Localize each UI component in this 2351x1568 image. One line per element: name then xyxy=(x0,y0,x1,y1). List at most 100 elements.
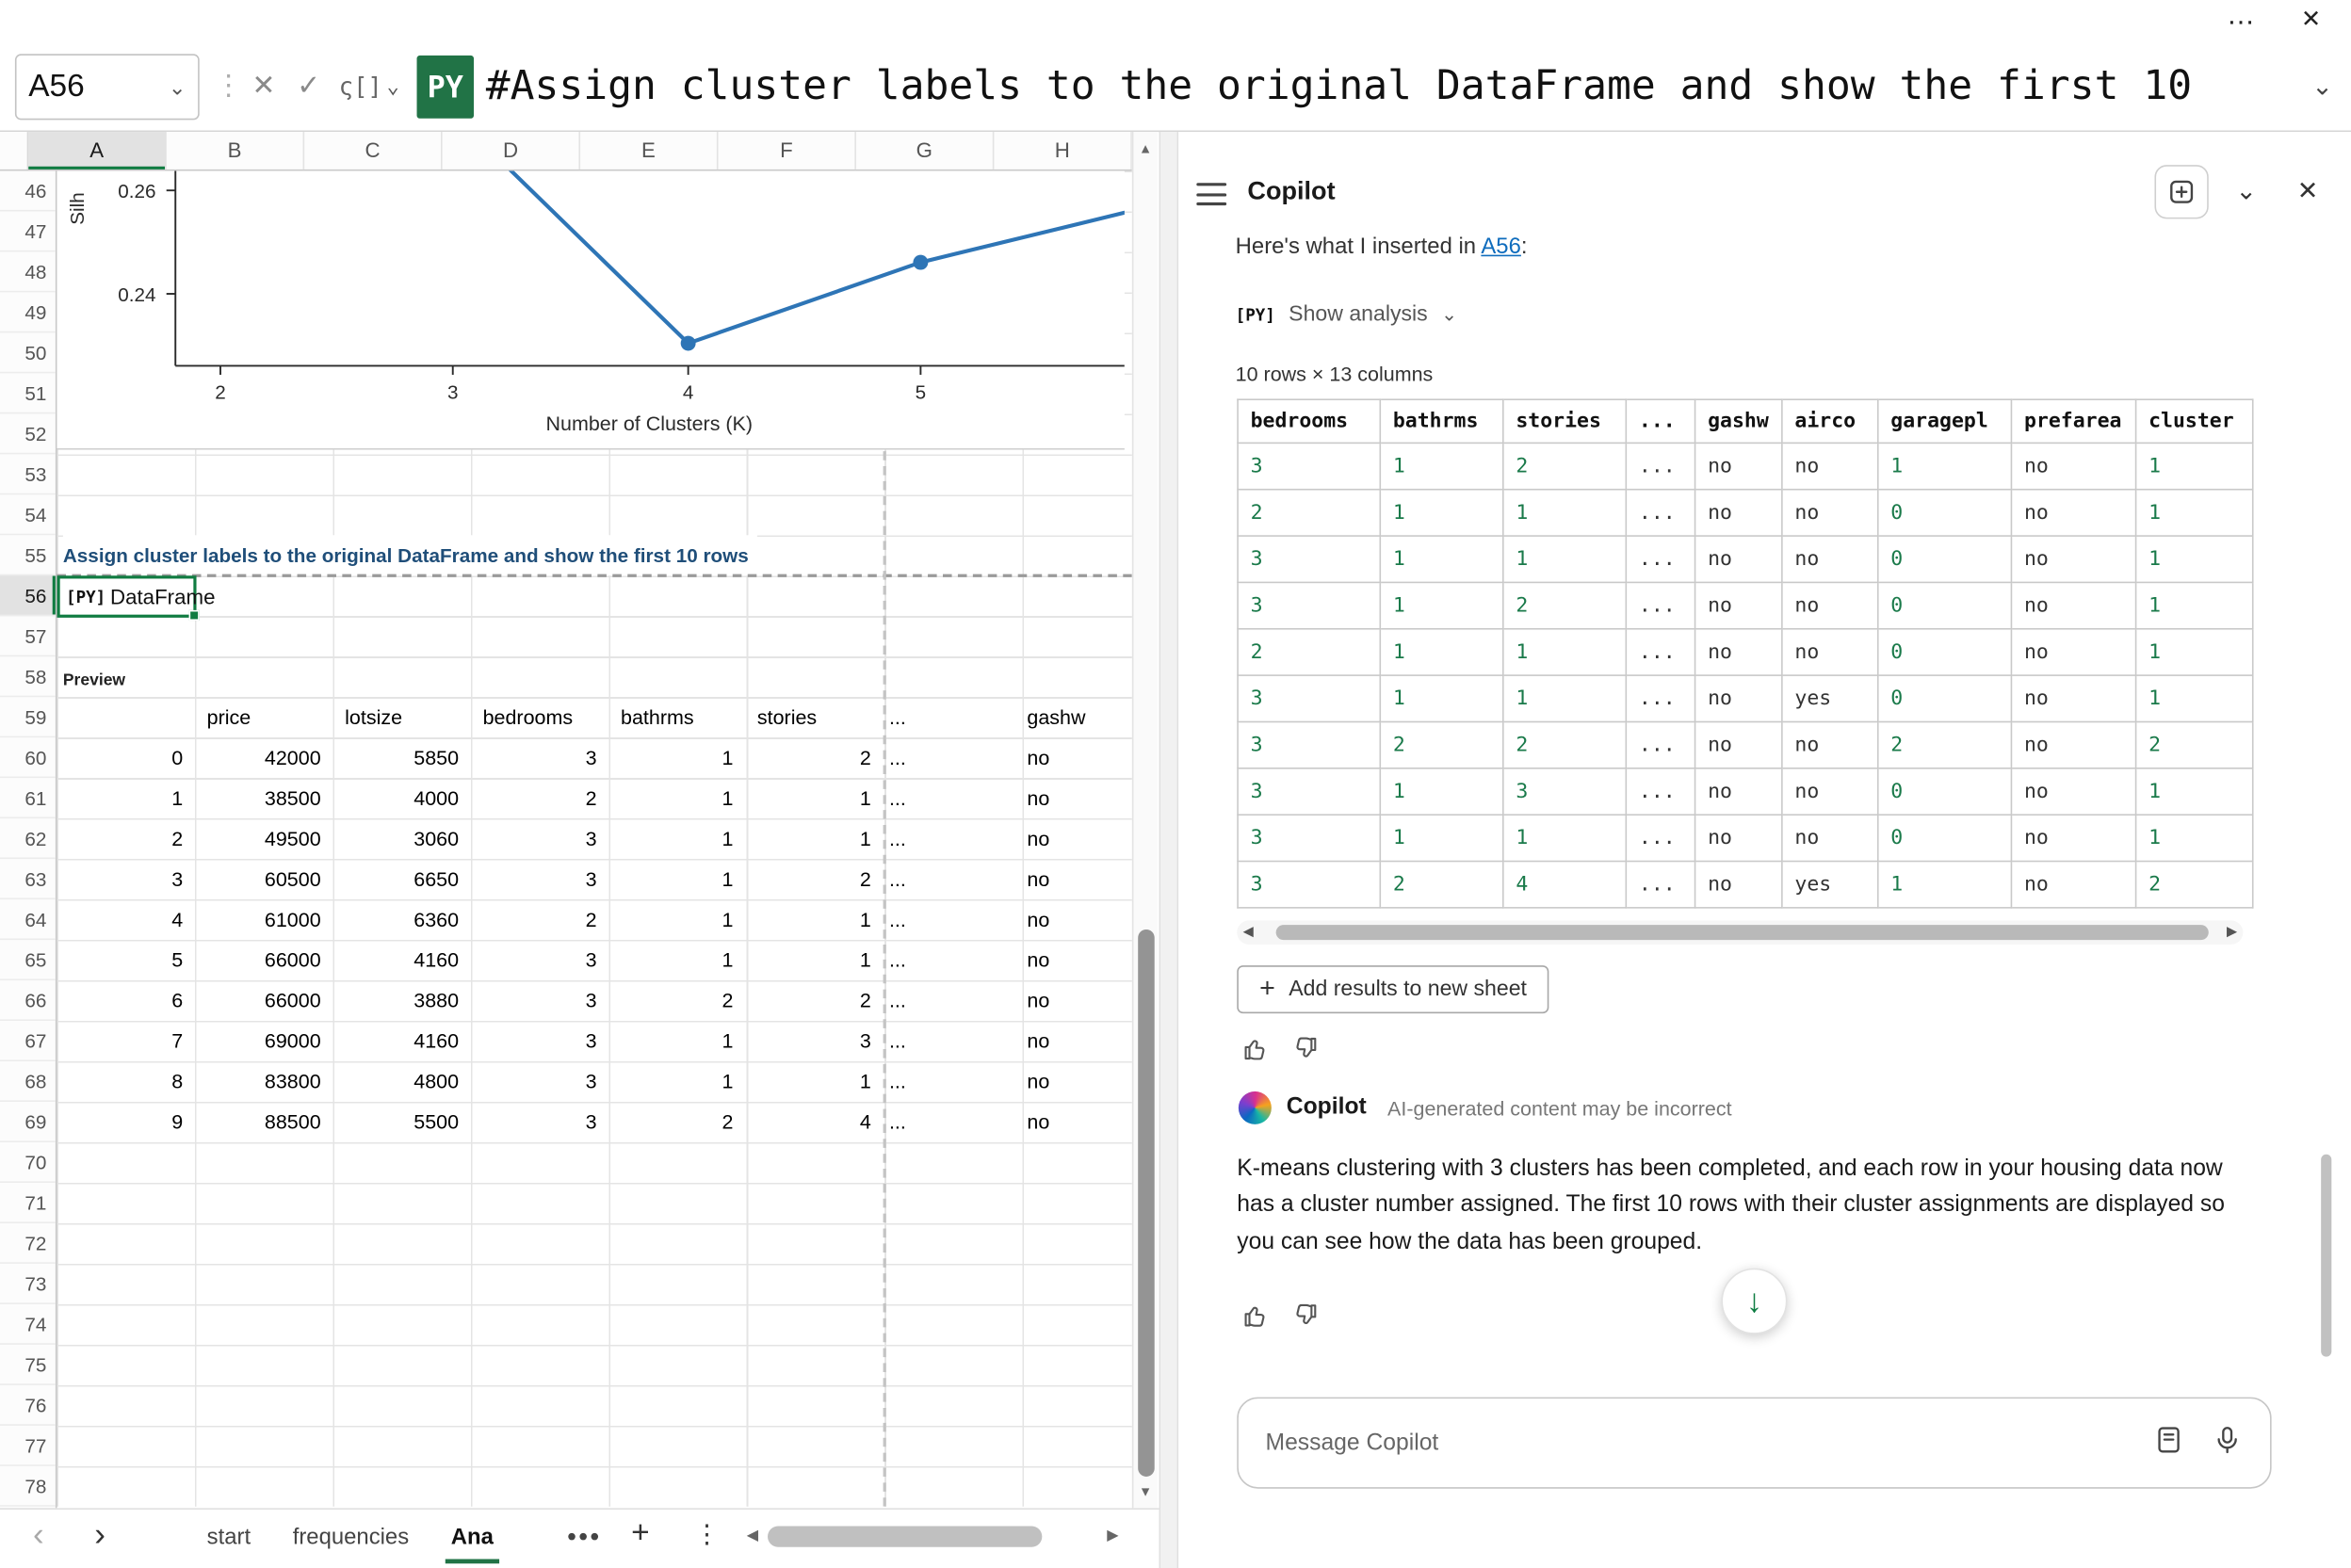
row-header-55[interactable]: 55 xyxy=(0,535,56,575)
preview-col-header: price xyxy=(195,697,332,737)
sheet-tab-frequencies[interactable]: frequencies xyxy=(271,1510,430,1566)
row-header-56[interactable]: 56 xyxy=(0,575,56,616)
select-all-corner[interactable] xyxy=(0,132,28,170)
panel-divider[interactable] xyxy=(1159,132,1178,1568)
result-cell: 2 xyxy=(1238,490,1380,536)
thumbs-down-icon[interactable] xyxy=(1291,1034,1320,1070)
row-header-66[interactable]: 66 xyxy=(0,980,56,1021)
row-header-53[interactable]: 53 xyxy=(0,454,56,494)
result-cell: 3 xyxy=(1238,815,1380,861)
tab-nav-right-icon[interactable]: › xyxy=(94,1515,105,1554)
row-header-65[interactable]: 65 xyxy=(0,940,56,980)
vertical-scrollbar[interactable]: ▲ ▼ xyxy=(1132,132,1158,1508)
panel-close-icon[interactable]: ✕ xyxy=(2297,177,2319,207)
scroll-right-icon[interactable]: ▶ xyxy=(1107,1528,1118,1544)
row-header-62[interactable]: 62 xyxy=(0,818,56,859)
grid-cells[interactable]: 0.26 0.24 2 3 4 5 Number of Clusters (K)… xyxy=(57,170,1131,1506)
scroll-left-icon[interactable]: ◀ xyxy=(747,1528,758,1544)
row-header-59[interactable]: 59 xyxy=(0,697,56,737)
scroll-left-icon[interactable]: ◀ xyxy=(1243,924,1254,941)
row-header-73[interactable]: 73 xyxy=(0,1264,56,1304)
python-object-icon[interactable]: ς[] ⌄ xyxy=(339,72,399,100)
thumbs-down-icon[interactable] xyxy=(1291,1301,1320,1337)
row-header-49[interactable]: 49 xyxy=(0,292,56,332)
row-header-57[interactable]: 57 xyxy=(0,616,56,656)
cell-link-a56[interactable]: A56 xyxy=(1481,234,1521,259)
new-chat-icon[interactable] xyxy=(2154,165,2208,218)
vertical-scrollbar-thumb[interactable] xyxy=(1138,929,1155,1477)
more-tabs-icon[interactable]: ●●● xyxy=(567,1528,602,1545)
confirm-icon[interactable]: ✓ xyxy=(297,69,320,104)
microphone-icon[interactable] xyxy=(2212,1423,2243,1462)
thumbs-up-icon[interactable] xyxy=(1241,1034,1270,1070)
column-header-D[interactable]: D xyxy=(443,132,580,170)
column-header-G[interactable]: G xyxy=(856,132,994,170)
scroll-up-icon[interactable]: ▲ xyxy=(1133,135,1157,162)
formula-input[interactable]: #Assign cluster labels to the original D… xyxy=(486,42,2292,131)
row-header-54[interactable]: 54 xyxy=(0,494,56,535)
result-cell: 3 xyxy=(1238,721,1380,768)
row-header-71[interactable]: 71 xyxy=(0,1183,56,1223)
tab-nav-left-icon[interactable]: ‹ xyxy=(33,1515,44,1554)
thumbs-up-icon[interactable] xyxy=(1241,1301,1270,1337)
column-header-F[interactable]: F xyxy=(718,132,855,170)
horizontal-scrollbar-thumb[interactable] xyxy=(768,1526,1042,1546)
column-header-B[interactable]: B xyxy=(167,132,304,170)
result-cell: 1 xyxy=(1380,443,1503,489)
row-header-52[interactable]: 52 xyxy=(0,413,56,454)
row-header-76[interactable]: 76 xyxy=(0,1385,56,1426)
row-header-50[interactable]: 50 xyxy=(0,332,56,373)
kebab-icon[interactable]: ⋮ xyxy=(694,1520,720,1550)
sheet-tab-Ana[interactable]: Ana xyxy=(430,1510,514,1566)
row-header-61[interactable]: 61 xyxy=(0,778,56,818)
formula-bar-expand-icon[interactable]: ⌄ xyxy=(2311,72,2333,102)
show-analysis-toggle[interactable]: [PY] Show analysis ⌄ xyxy=(1236,303,1458,327)
silhouette-chart[interactable]: 0.26 0.24 2 3 4 5 Number of Clusters (K)… xyxy=(57,170,1124,449)
column-header-C[interactable]: C xyxy=(304,132,442,170)
panel-scrollbar-thumb[interactable] xyxy=(2321,1155,2331,1357)
scroll-right-icon[interactable]: ▶ xyxy=(2227,924,2237,941)
row-header-78[interactable]: 78 xyxy=(0,1466,56,1507)
sheet-tab-start[interactable]: start xyxy=(186,1510,271,1566)
row-header-67[interactable]: 67 xyxy=(0,1021,56,1061)
row-header-68[interactable]: 68 xyxy=(0,1061,56,1102)
chevron-down-icon[interactable]: ⌄ xyxy=(169,76,186,97)
result-cell: 1 xyxy=(2136,443,2253,489)
prompt-guide-icon[interactable] xyxy=(2153,1423,2184,1462)
add-results-button[interactable]: + Add results to new sheet xyxy=(1237,965,1549,1013)
panel-scrollbar[interactable] xyxy=(2318,132,2333,1568)
scroll-down-icon[interactable]: ▼ xyxy=(1133,1479,1157,1506)
table-horizontal-scrollbar[interactable]: ◀ ▶ xyxy=(1237,920,2243,944)
name-box[interactable]: A56 ⌄ xyxy=(15,54,200,120)
panel-collapse-icon[interactable]: ⌄ xyxy=(2235,177,2257,207)
row-header-48[interactable]: 48 xyxy=(0,251,56,292)
row-header-46[interactable]: 46 xyxy=(0,170,56,211)
row-header-70[interactable]: 70 xyxy=(0,1142,56,1183)
row-header-72[interactable]: 72 xyxy=(0,1223,56,1264)
row-header-74[interactable]: 74 xyxy=(0,1304,56,1345)
copilot-result-table: bedroomsbathrmsstories...gashwaircogarag… xyxy=(1237,398,2253,908)
add-sheet-icon[interactable]: + xyxy=(631,1515,650,1551)
result-cell: 1 xyxy=(2136,675,2253,721)
copilot-message-input[interactable]: Message Copilot xyxy=(1237,1398,2271,1489)
hamburger-icon[interactable] xyxy=(1196,183,1226,205)
row-header-77[interactable]: 77 xyxy=(0,1426,56,1466)
sheet-tab-label: start xyxy=(207,1525,251,1550)
row-header-69[interactable]: 69 xyxy=(0,1102,56,1142)
window-close-icon[interactable]: ✕ xyxy=(2301,5,2321,35)
table-scrollbar-thumb[interactable] xyxy=(1276,925,2209,940)
row-header-63[interactable]: 63 xyxy=(0,859,56,899)
horizontal-scrollbar[interactable]: ◀ ▶ xyxy=(738,1522,1125,1555)
row-header-60[interactable]: 60 xyxy=(0,737,56,778)
column-header-E[interactable]: E xyxy=(580,132,718,170)
row-header-58[interactable]: 58 xyxy=(0,656,56,697)
row-header-75[interactable]: 75 xyxy=(0,1345,56,1385)
row-header-47[interactable]: 47 xyxy=(0,211,56,251)
row-header-51[interactable]: 51 xyxy=(0,373,56,413)
scroll-to-bottom-button[interactable]: ↓ xyxy=(1721,1269,1787,1334)
column-header-A[interactable]: A xyxy=(28,132,166,170)
cancel-icon[interactable]: ✕ xyxy=(251,69,275,104)
row-header-64[interactable]: 64 xyxy=(0,899,56,940)
column-header-H[interactable]: H xyxy=(994,132,1131,170)
window-more-icon[interactable]: … xyxy=(2227,0,2255,33)
